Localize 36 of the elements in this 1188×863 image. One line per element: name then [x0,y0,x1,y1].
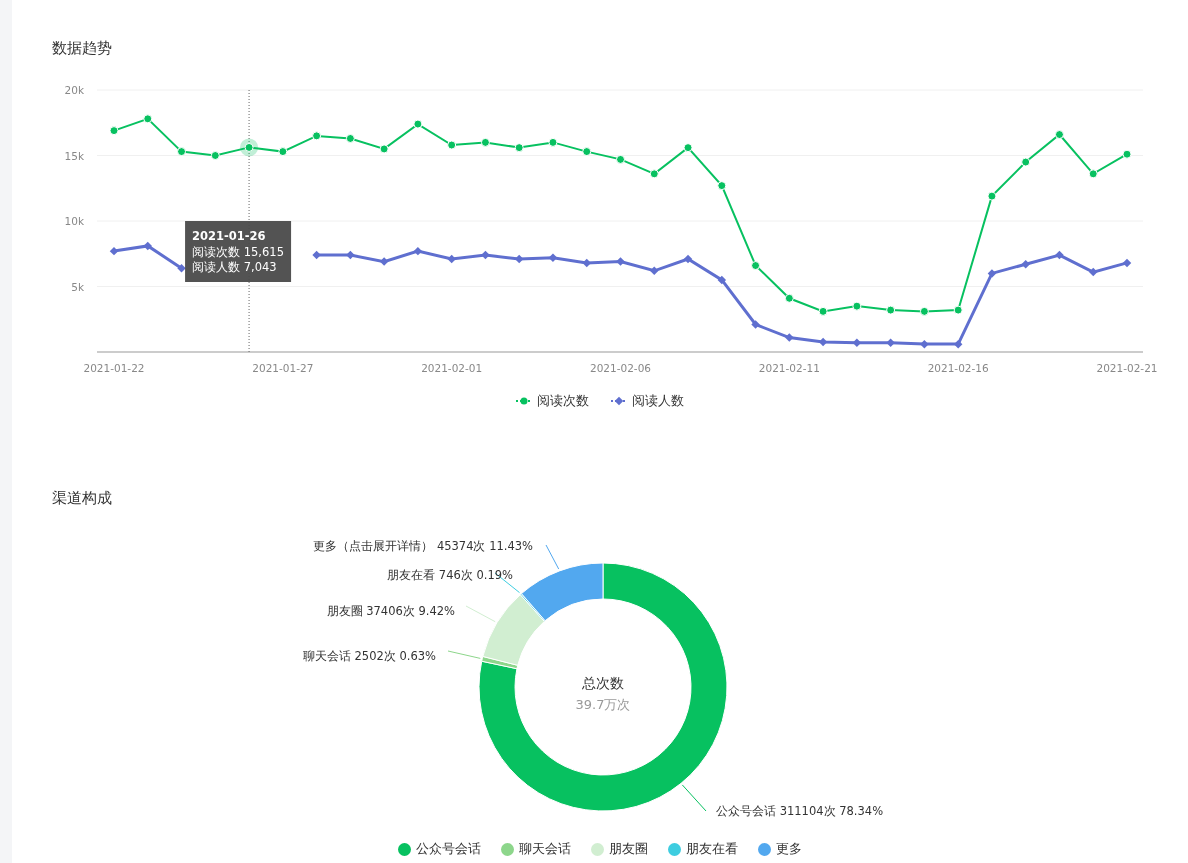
slice-label: 朋友圈 37406次 9.42% [326,604,455,618]
y-axis-label: 10k [64,215,84,227]
legend-label[interactable]: 朋友圈 [609,840,648,858]
legend-label[interactable]: 公众号会话 [416,840,481,858]
section-title: 渠道构成 [52,488,112,508]
leader-line [447,650,481,659]
donut-slice[interactable] [520,562,604,622]
x-axis-label: 2021-02-06 [590,362,651,374]
slice-label: 朋友在看 746次 0.19% [387,568,513,582]
x-axis-label: 2021-02-21 [1096,362,1158,374]
x-axis-label: 2021-01-22 [83,362,145,374]
y-axis-label: 20k [64,84,84,96]
leader-line [545,544,560,570]
slice-label: 更多（点击展开详情） 45374次 11.43% [313,539,533,553]
legend-label[interactable]: 阅读次数 [537,392,589,410]
slice-label: 公众号会话 311104次 78.34% [716,804,884,818]
donut-center-title: 总次数 [582,675,624,691]
leader-line [681,784,707,812]
x-axis-label: 2021-02-11 [758,362,820,374]
legend-marker-icon [611,396,627,406]
x-axis-label: 2021-02-01 [421,362,483,374]
leader-line [465,605,496,623]
y-axis-label: 5k [71,280,84,293]
donut-slice[interactable] [482,594,545,666]
x-axis-label: 2021-02-16 [927,362,989,374]
y-axis-label: 15k [64,149,84,162]
chart-tooltip: 2021-01-26 阅读次数 15,615 阅读人数 7,043 [185,221,292,282]
x-axis-label: 2021-01-27 [252,362,314,374]
slice-label: 聊天会话 2502次 0.63% [302,649,436,663]
donut-center-value: 39.7万次 [575,697,631,712]
section-title: 数据趋势 [52,38,112,58]
legend-label[interactable]: 聊天会话 [519,840,571,858]
legend-label[interactable]: 朋友在看 [686,840,738,858]
legend-label[interactable]: 更多 [776,840,802,858]
legend-label[interactable]: 阅读人数 [632,392,684,410]
legend-marker-icon [516,396,532,406]
